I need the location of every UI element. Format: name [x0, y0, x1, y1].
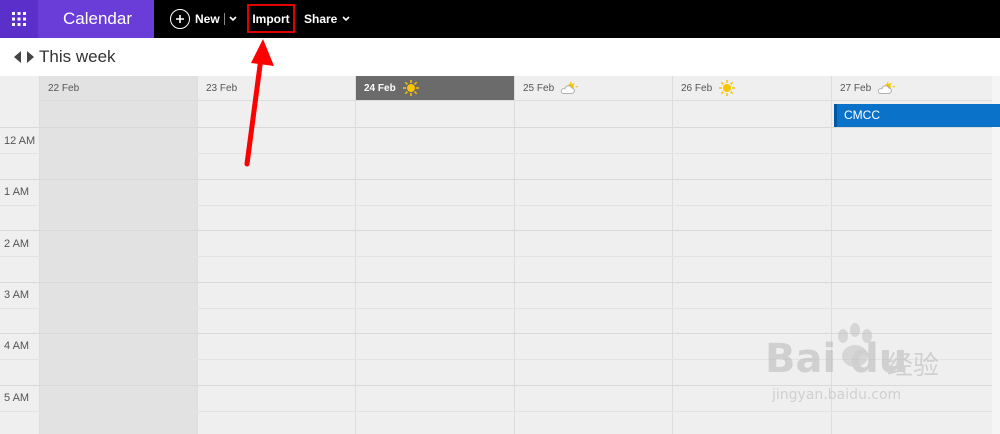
day-header[interactable]: 26 Feb — [673, 76, 831, 101]
calendar-event[interactable]: CMCC — [834, 104, 1000, 127]
chevron-down-icon — [342, 16, 350, 22]
share-button[interactable]: Share — [304, 6, 352, 32]
time-label: 1 AM — [4, 186, 30, 198]
new-button-label: New — [195, 12, 220, 26]
waffle-icon — [12, 12, 26, 26]
watermark-brand: Bai du — [765, 336, 908, 382]
time-label: 2 AM — [4, 238, 30, 250]
half-hour-line — [0, 308, 1000, 309]
annotation-arrow-icon — [244, 39, 274, 167]
baidu-watermark: Bai du 经验 jingyan.baidu.com — [765, 322, 955, 417]
day-header[interactable]: 27 Feb — [832, 76, 992, 101]
day-label: 25 Feb — [523, 82, 555, 94]
share-button-label: Share — [304, 12, 338, 26]
app-title: Calendar — [38, 0, 154, 38]
next-week-button[interactable] — [24, 50, 36, 64]
day-label: 26 Feb — [681, 82, 713, 94]
partly-cloudy-icon — [877, 81, 896, 95]
day-column[interactable]: 25 Feb — [514, 76, 672, 434]
all-day-divider — [0, 127, 1000, 128]
week-title: This week — [39, 47, 116, 66]
divider — [223, 13, 225, 25]
triangle-right-icon — [27, 51, 34, 63]
event-title: CMCC — [844, 108, 880, 122]
time-label: 3 AM — [4, 289, 30, 301]
new-button[interactable]: New — [170, 6, 237, 32]
half-hour-line — [0, 205, 1000, 206]
day-label: 22 Feb — [48, 82, 80, 94]
import-button[interactable]: Import — [247, 4, 295, 33]
sun-icon — [718, 80, 736, 96]
triangle-left-icon — [14, 51, 21, 63]
week-nav-arrows — [12, 50, 36, 64]
week-navigation: This week — [0, 38, 1000, 76]
sun-icon — [402, 80, 420, 96]
hour-line — [0, 230, 1000, 231]
day-header-today[interactable]: 24 Feb — [356, 76, 514, 101]
watermark-url: jingyan.baidu.com — [772, 387, 902, 403]
time-label: 12 AM — [4, 135, 36, 147]
half-hour-line — [0, 256, 1000, 257]
half-hour-line — [0, 153, 1000, 154]
time-gutter — [0, 76, 39, 434]
watermark-cn: 经验 — [887, 351, 940, 381]
import-button-label: Import — [252, 11, 290, 26]
previous-week-button[interactable] — [12, 50, 24, 64]
top-bar: Calendar New Import Share — [0, 0, 1000, 38]
day-column[interactable]: 24 Feb — [355, 76, 514, 434]
day-label: 24 Feb — [364, 82, 396, 94]
time-label: 4 AM — [4, 340, 30, 352]
time-label: 5 AM — [4, 392, 30, 404]
vertical-scrollbar[interactable] — [992, 76, 1000, 434]
partly-cloudy-icon — [560, 81, 579, 95]
day-column[interactable]: 22 Feb — [39, 76, 197, 434]
plus-icon — [170, 9, 190, 29]
hour-line — [0, 179, 1000, 180]
day-header[interactable]: 22 Feb — [40, 76, 197, 101]
chevron-down-icon[interactable] — [229, 16, 237, 22]
app-launcher-button[interactable] — [0, 0, 38, 38]
day-label: 27 Feb — [840, 82, 872, 94]
day-header[interactable]: 25 Feb — [515, 76, 672, 101]
hour-line — [0, 282, 1000, 283]
day-label: 23 Feb — [206, 82, 238, 94]
